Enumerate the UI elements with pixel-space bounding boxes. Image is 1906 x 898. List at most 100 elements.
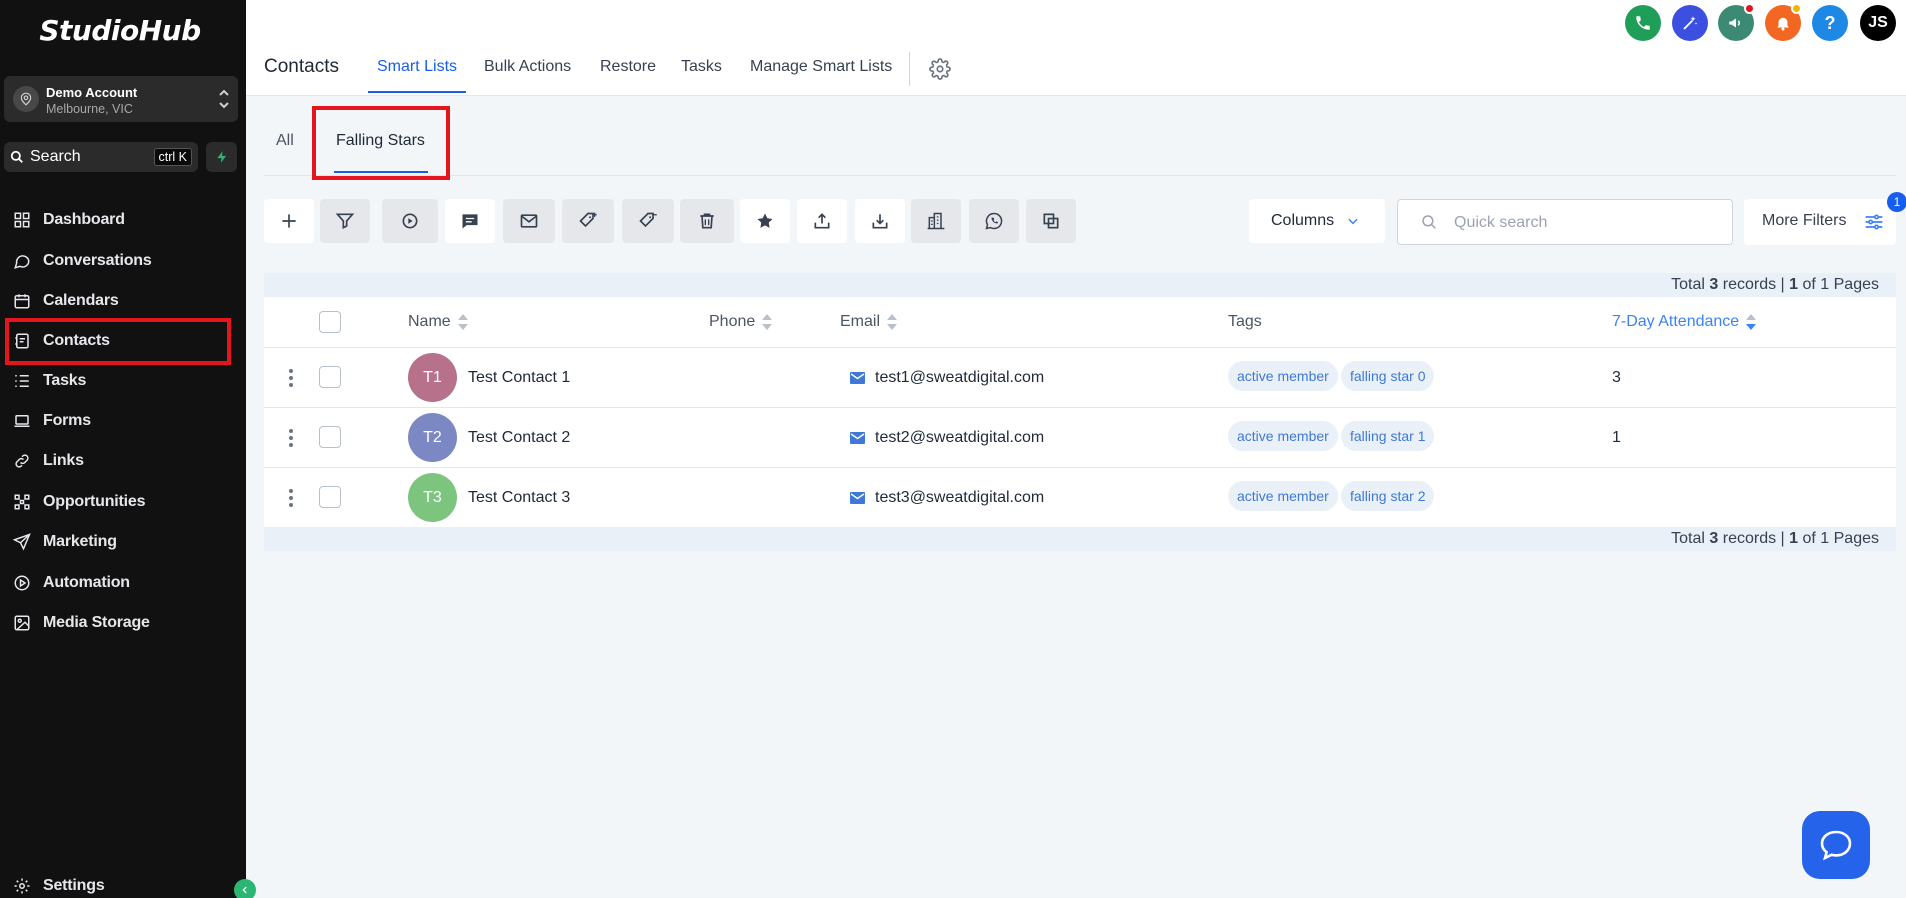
sidebar-item-calendars[interactable]: Calendars [12,287,212,315]
table-row[interactable]: T2 Test Contact 2 test2@sweatdigital.com… [264,407,1896,467]
chat-support-button[interactable] [1802,811,1870,879]
whatsapp-button[interactable] [969,199,1019,243]
email-icon [850,432,865,444]
remove-tag-button[interactable] [622,199,674,243]
sidebar-item-automation[interactable]: Automation [12,569,212,597]
ai-assistant-button[interactable] [1672,5,1708,41]
tag-badge: active member [1228,481,1338,511]
select-all-checkbox[interactable] [319,311,341,333]
attendance-value: 1 [1612,429,1621,446]
tab-bulk-actions[interactable]: Bulk Actions [484,58,571,76]
tab-manage-smart-lists[interactable]: Manage Smart Lists [750,58,892,76]
magic-wand-icon [1683,16,1698,30]
notification-dot [1791,3,1802,14]
import-button[interactable] [855,199,905,243]
table-row[interactable]: T3 Test Contact 3 test3@sweatdigital.com… [264,467,1896,527]
contact-email[interactable]: test2@sweatdigital.com [875,429,1044,447]
send-email-button[interactable] [503,199,555,243]
account-switcher[interactable]: Demo Account Melbourne, VIC [4,76,238,122]
add-tag-button[interactable] [562,199,614,243]
column-header-email[interactable]: Email [840,313,898,331]
email-icon [520,214,538,228]
search-label: Search [30,148,81,165]
row-checkbox[interactable] [319,426,341,448]
column-header-attendance[interactable]: 7-Day Attendance [1612,313,1757,331]
contact-name[interactable]: Test Contact 2 [468,429,570,447]
sidebar-item-marketing[interactable]: Marketing [12,528,212,556]
more-filters-label: More Filters [1762,212,1847,229]
announcements-button[interactable] [1718,3,1755,41]
sidebar-item-media-storage[interactable]: Media Storage [12,609,212,637]
columns-button[interactable]: Columns [1249,199,1385,243]
row-checkbox[interactable] [319,366,341,388]
quick-action-button[interactable] [206,142,237,172]
tag-badge: falling star 1 [1341,421,1435,451]
tab-restore[interactable]: Restore [600,58,656,76]
records-summary-bottom: Total 3 records | 1 of 1 Pages [264,527,1896,551]
sidebar-item-settings[interactable]: Settings [12,872,212,898]
workflow-icon [402,213,418,229]
link-icon [12,451,32,471]
network-icon [12,492,32,512]
quick-search-input[interactable]: Quick search [1397,199,1733,245]
kebab-menu-icon[interactable] [288,428,294,448]
columns-label: Columns [1271,212,1335,229]
question-icon: ? [1824,12,1836,33]
help-button[interactable]: ? [1812,5,1848,41]
contact-name[interactable]: Test Contact 1 [468,369,570,387]
contact-email[interactable]: test3@sweatdigital.com [875,489,1044,507]
delete-button[interactable] [680,199,734,243]
row-checkbox[interactable] [319,486,341,508]
highlight-box-contacts [5,318,231,365]
column-header-name[interactable]: Name [408,313,469,331]
phone-button[interactable] [1625,5,1661,41]
tag-badge: falling star 0 [1341,361,1435,391]
sidebar-item-conversations[interactable]: Conversations [12,247,212,275]
sidebar-item-links[interactable]: Links [12,447,212,475]
contact-name[interactable]: Test Contact 3 [468,489,570,507]
export-button[interactable] [797,199,847,243]
user-avatar[interactable]: JS [1860,5,1896,41]
tag-badge: falling star 2 [1341,481,1435,511]
kebab-menu-icon[interactable] [288,368,294,388]
more-filters-button[interactable]: More Filters [1744,199,1896,245]
active-tab-indicator [368,91,466,93]
sidebar-item-tasks[interactable]: Tasks [12,367,212,395]
subtab-all[interactable]: All [276,132,294,150]
top-bar: Contacts Smart Lists Bulk Actions Restor… [246,0,1906,96]
filter-button[interactable] [320,199,370,243]
tab-smart-lists[interactable]: Smart Lists [377,58,457,76]
avatar: T2 [408,413,457,462]
add-tag-icon [579,212,597,228]
sidebar-item-dashboard[interactable]: Dashboard [12,206,212,234]
account-location: Melbourne, VIC [46,102,133,116]
sidebar-item-forms[interactable]: Forms [12,407,212,435]
tab-tasks[interactable]: Tasks [681,58,722,76]
location-pin-icon [13,86,39,112]
chevron-updown-icon [218,85,230,113]
contact-email[interactable]: test1@sweatdigital.com [875,369,1044,387]
table-row[interactable]: T1 Test Contact 1 test1@sweatdigital.com… [264,347,1896,407]
sidebar-item-label: Tasks [43,372,87,389]
collapse-sidebar-button[interactable] [234,879,256,898]
plus-icon [282,214,296,228]
calendar-icon [12,291,32,311]
send-sms-button[interactable] [445,199,495,243]
merge-button[interactable] [1026,199,1076,243]
sort-icon [457,314,468,330]
company-icon [927,212,945,230]
sidebar-search[interactable]: Search ctrl K [4,142,198,172]
review-request-button[interactable] [740,199,790,243]
star-icon [757,213,773,228]
delete-icon [700,213,714,229]
add-to-company-button[interactable] [911,199,961,243]
settings-gear-icon[interactable] [929,58,951,80]
add-contact-button[interactable] [264,199,314,243]
kebab-menu-icon[interactable] [288,488,294,508]
notifications-button[interactable] [1765,3,1802,41]
paper-plane-icon [12,532,32,552]
add-to-workflow-button[interactable] [382,199,438,243]
column-header-phone[interactable]: Phone [709,313,773,331]
megaphone-icon [1729,18,1740,28]
sidebar-item-opportunities[interactable]: Opportunities [12,488,212,516]
